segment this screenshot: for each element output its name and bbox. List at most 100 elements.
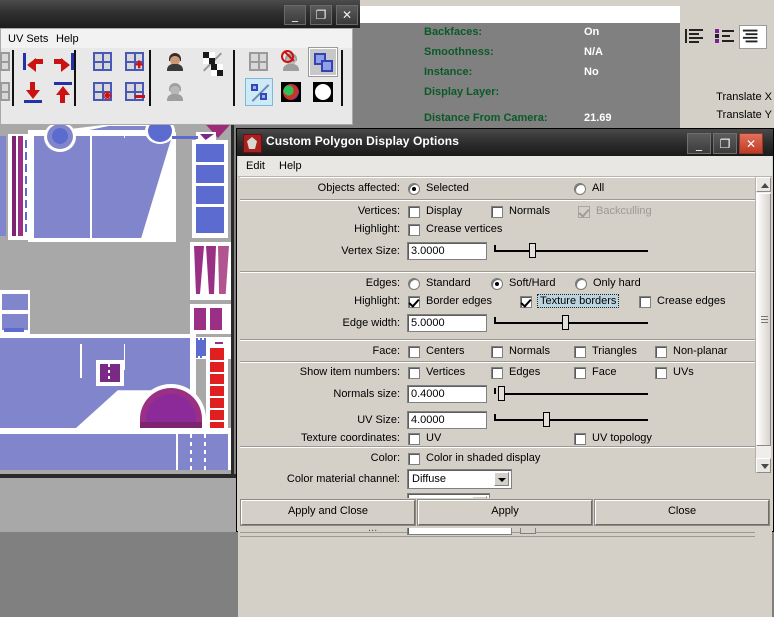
arrow-up-from-bar-icon[interactable] <box>49 78 77 106</box>
dialog-minimize-button[interactable]: _ <box>687 133 711 154</box>
apply-button[interactable]: Apply <box>417 499 593 526</box>
checkbox-crease-edges[interactable] <box>639 296 651 308</box>
radio-edges-soft-hard[interactable] <box>491 278 503 290</box>
checkbox-border-edges[interactable] <box>408 296 420 308</box>
dialog-maximize-button[interactable]: ❐ <box>713 133 737 154</box>
grid-four-plus-icon[interactable]: ✚ <box>121 48 149 76</box>
label-vertices-display[interactable]: Display <box>426 205 462 217</box>
label-color-in-shaded-display[interactable]: Color in shaded display <box>426 452 540 464</box>
checkbox-vertices-display[interactable] <box>408 206 420 218</box>
uv-window-minimize-button[interactable]: _ <box>284 5 306 25</box>
label-crease-edges[interactable]: Crease edges <box>657 295 726 307</box>
chevron-down-icon[interactable] <box>494 472 509 486</box>
list-bullets-icon[interactable] <box>712 25 738 47</box>
sphere-white-icon[interactable] <box>309 78 337 106</box>
checkbox-face-triangles[interactable] <box>574 346 586 358</box>
slider-edge-width[interactable] <box>494 315 648 331</box>
slider-vertex-size[interactable] <box>494 243 648 259</box>
dialog-button-bar: Apply and Close Apply Close <box>238 498 772 528</box>
scroll-down-button[interactable] <box>756 458 771 473</box>
dialog-scrollbar[interactable] <box>755 177 771 473</box>
grid-four-minus-icon[interactable]: ▬ <box>121 78 149 106</box>
arrow-right-to-bar-icon[interactable] <box>49 48 77 76</box>
radio-label-selected[interactable]: Selected <box>426 182 469 194</box>
checkbox-texcoord-uv[interactable] <box>408 433 420 445</box>
checkbox-items-vertices[interactable] <box>408 367 420 379</box>
uv-window-titlebar[interactable] <box>0 0 360 28</box>
dialog-menu-help[interactable]: Help <box>279 160 302 172</box>
channel-item-translate-x[interactable]: Translate X <box>716 91 772 103</box>
select-color-material-channel[interactable]: Diffuse <box>407 469 512 489</box>
checkbox-color-in-shaded-display[interactable] <box>408 453 420 465</box>
label-vertices-normals[interactable]: Normals <box>509 205 550 217</box>
list-indent-icon[interactable] <box>685 25 711 47</box>
checkbox-face-normals[interactable] <box>491 346 503 358</box>
label-texcoord-uv[interactable]: UV <box>426 432 441 444</box>
scrollbar-thumb[interactable] <box>756 193 771 446</box>
label-edges-only-hard[interactable]: Only hard <box>593 277 641 289</box>
value-vertex-size: 3.0000 <box>411 245 445 257</box>
label-face-non-planar[interactable]: Non-planar <box>673 345 727 357</box>
sphere-rgb-icon[interactable] <box>277 78 305 106</box>
hud-label-backfaces: Backfaces: <box>424 26 483 38</box>
label-edges-standard[interactable]: Standard <box>426 277 471 289</box>
checkbox-items-uvs[interactable] <box>655 367 667 379</box>
label-items-vertices[interactable]: Vertices <box>426 366 465 378</box>
checkbox-texture-borders[interactable] <box>520 296 532 308</box>
grid-four-icon[interactable] <box>89 48 117 76</box>
label-face-triangles[interactable]: Triangles <box>592 345 637 357</box>
radio-edges-only-hard[interactable] <box>575 278 587 290</box>
channel-item-translate-y[interactable]: Translate Y <box>716 109 772 121</box>
radio-edges-standard[interactable] <box>408 278 420 290</box>
arrow-down-to-bar-icon[interactable] <box>19 78 47 106</box>
cut-uv-icon[interactable] <box>245 78 273 106</box>
head-color-icon[interactable] <box>161 48 189 76</box>
checkbox-items-edges[interactable] <box>491 367 503 379</box>
grid-four-gray-icon[interactable] <box>245 48 273 76</box>
checkbox-face-non-planar[interactable] <box>655 346 667 358</box>
checkbox-crease-vertices[interactable] <box>408 224 420 236</box>
close-button[interactable]: Close <box>594 499 770 526</box>
label-edges-soft-hard[interactable]: Soft/Hard <box>509 277 555 289</box>
arrow-left-to-bar-icon[interactable] <box>19 48 47 76</box>
input-uv-size[interactable]: 4.0000 <box>407 411 487 429</box>
grid-four-target-icon[interactable]: ◉ <box>89 78 117 106</box>
dialog-menu-edit[interactable]: Edit <box>246 160 265 172</box>
label-face-normals[interactable]: Normals <box>509 345 550 357</box>
overlap-squares-icon[interactable] <box>308 47 338 77</box>
label-items-uvs[interactable]: UVs <box>673 366 694 378</box>
label-border-edges[interactable]: Border edges <box>426 295 492 307</box>
radio-all[interactable] <box>574 183 586 195</box>
head-no-shade-icon[interactable] <box>277 48 305 76</box>
label-color: Color: <box>370 452 400 464</box>
apply-and-close-button[interactable]: Apply and Close <box>240 499 416 526</box>
scrollbar-grip <box>761 315 768 324</box>
menu-uv-sets[interactable]: UV Sets <box>8 33 48 45</box>
dialog-close-button[interactable]: ✕ <box>739 133 763 154</box>
radio-label-all[interactable]: All <box>592 182 604 194</box>
label-texcoord-uv-topology[interactable]: UV topology <box>592 432 652 444</box>
radio-selected[interactable] <box>408 183 420 195</box>
checkbox-vertices-normals[interactable] <box>491 206 503 218</box>
checkbox-face-centers[interactable] <box>408 346 420 358</box>
label-items-face[interactable]: Face <box>592 366 616 378</box>
label-crease-vertices[interactable]: Crease vertices <box>426 223 502 235</box>
head-gray-icon[interactable] <box>161 78 189 106</box>
checkbox-texcoord-uv-topology[interactable] <box>574 433 586 445</box>
list-align-icon[interactable] <box>739 25 767 49</box>
label-items-edges[interactable]: Edges <box>509 366 540 378</box>
scroll-up-button[interactable] <box>756 177 771 192</box>
slider-normals-size[interactable] <box>494 386 648 402</box>
input-edge-width[interactable]: 5.0000 <box>407 314 487 332</box>
label-face-centers[interactable]: Centers <box>426 345 465 357</box>
slider-uv-size[interactable] <box>494 412 648 428</box>
checkbox-items-face[interactable] <box>574 367 586 379</box>
checker-diagonal-icon[interactable] <box>197 48 225 76</box>
input-normals-size[interactable]: 0.4000 <box>407 385 487 403</box>
input-vertex-size[interactable]: 3.0000 <box>407 242 487 260</box>
uv-window-close-button[interactable]: ✕ <box>336 5 358 25</box>
uv-window-maximize-button[interactable]: ❐ <box>310 5 332 25</box>
label-texture-borders[interactable]: Texture borders <box>537 294 620 308</box>
menu-help[interactable]: Help <box>56 33 79 45</box>
value-uv-size: 4.0000 <box>411 414 445 426</box>
